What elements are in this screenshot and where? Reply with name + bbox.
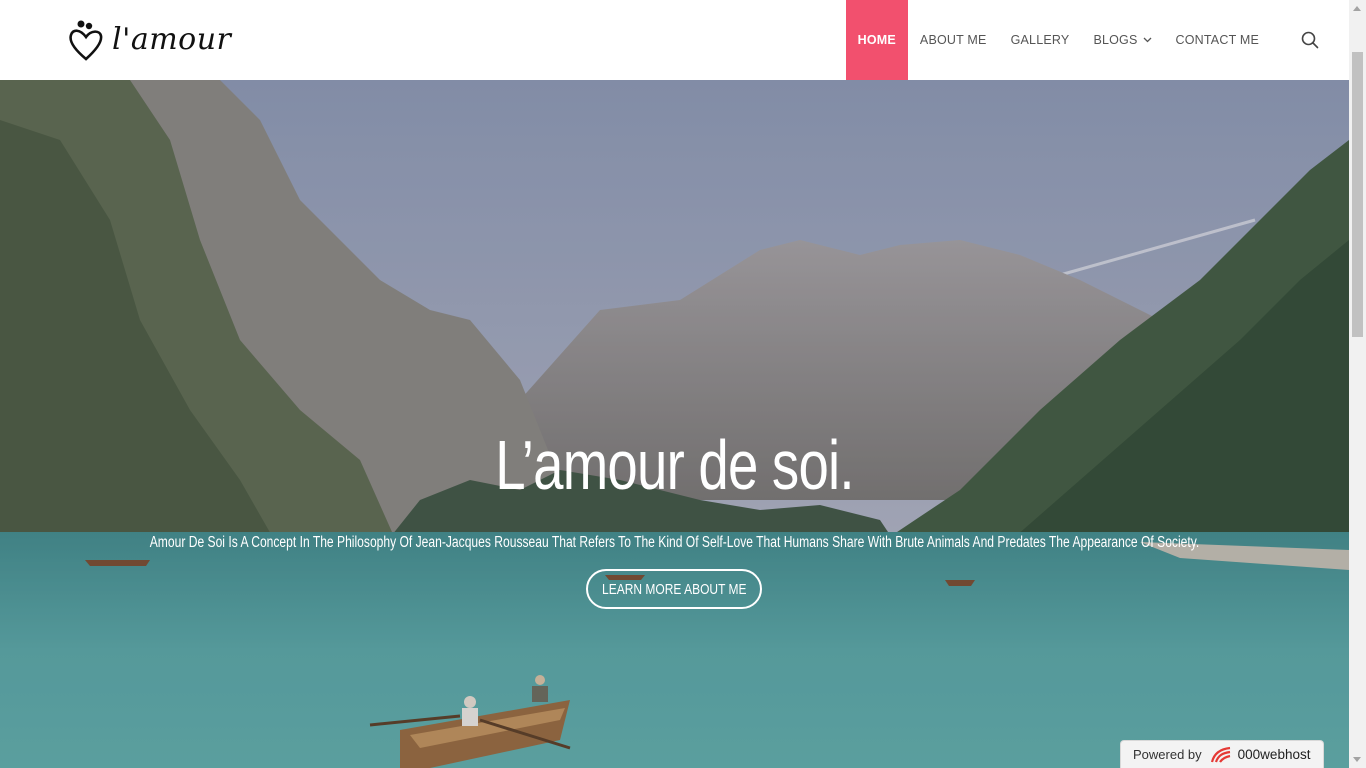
nav-contact-me[interactable]: CONTACT ME <box>1164 0 1271 80</box>
logo-text: l'amour <box>112 22 232 57</box>
webhost-logo-icon <box>1210 746 1234 764</box>
search-button[interactable] <box>1271 0 1349 80</box>
hero-subtitle: Amour De Soi Is A Concept In The Philoso… <box>149 534 1200 551</box>
nav-home-label: HOME <box>857 33 896 47</box>
heart-logo-icon <box>69 20 103 61</box>
nav-contact-me-label: CONTACT ME <box>1175 33 1259 47</box>
hero-title: L’amour de soi. <box>495 426 854 504</box>
learn-more-label: LEARN MORE ABOUT ME <box>601 580 747 598</box>
nav-gallery[interactable]: GALLERY <box>999 0 1082 80</box>
nav-about-me-label: ABOUT ME <box>919 33 987 47</box>
scroll-up-arrow-icon[interactable] <box>1353 6 1361 11</box>
nav-blogs-label: BLOGS <box>1093 33 1138 47</box>
learn-more-button[interactable]: LEARN MORE ABOUT ME <box>586 569 762 609</box>
main-nav: HOME ABOUT ME GALLERY BLOGS CONTACT ME <box>845 0 1349 80</box>
scroll-thumb[interactable] <box>1352 52 1363 337</box>
page-scrollbar[interactable] <box>1349 0 1366 768</box>
nav-home[interactable]: HOME <box>845 0 908 80</box>
powered-by-badge[interactable]: Powered by 000webhost <box>1120 740 1324 768</box>
search-icon <box>1301 31 1319 49</box>
hero-section: L’amour de soi. Amour De Soi Is A Concep… <box>0 80 1349 768</box>
powered-by-label: Powered by <box>1133 747 1202 762</box>
scroll-down-arrow-icon[interactable] <box>1353 757 1361 762</box>
chevron-down-icon <box>1143 37 1151 43</box>
nav-about-me[interactable]: ABOUT ME <box>908 0 999 80</box>
hero-overlay <box>0 80 1349 768</box>
site-header: l'amour HOME ABOUT ME GALLERY BLOGS CONT… <box>0 0 1349 80</box>
site-logo[interactable]: l'amour <box>68 18 231 62</box>
nav-blogs[interactable]: BLOGS <box>1081 0 1163 80</box>
webhost-brand: 000webhost <box>1237 747 1311 762</box>
nav-gallery-label: GALLERY <box>1010 33 1070 47</box>
